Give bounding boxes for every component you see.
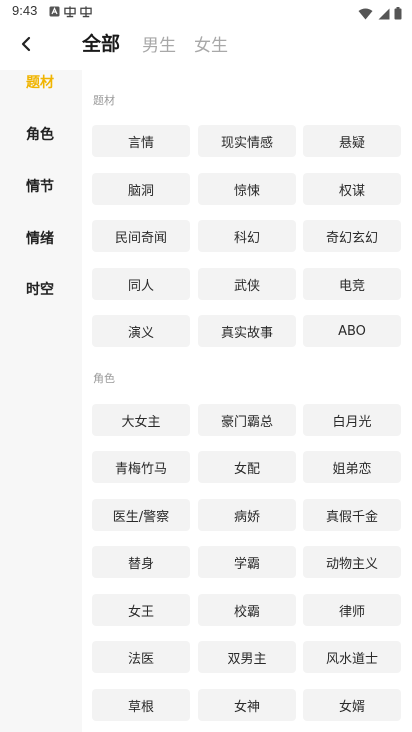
tag-item[interactable]: 风水道士 bbox=[303, 641, 401, 673]
tag-item[interactable]: 草根 bbox=[92, 689, 190, 721]
tag-item[interactable]: 豪门霸总 bbox=[198, 404, 296, 436]
tag-item[interactable]: 医生/警察 bbox=[92, 499, 190, 531]
tag-item[interactable]: 女神 bbox=[198, 689, 296, 721]
tag-item[interactable]: 民间奇闻 bbox=[92, 220, 190, 252]
tab-male[interactable]: 男生 bbox=[142, 31, 176, 56]
tag-item[interactable]: 真实故事 bbox=[198, 315, 296, 347]
tag-item[interactable]: 武侠 bbox=[198, 268, 296, 300]
sidebar-item-plot[interactable]: 情节 bbox=[0, 176, 80, 196]
tag-item[interactable]: 大女主 bbox=[92, 404, 190, 436]
tag-item[interactable]: 校霸 bbox=[198, 594, 296, 626]
status-notifications bbox=[48, 4, 92, 18]
status-system-icons bbox=[358, 5, 402, 24]
section-title-role: 角色 bbox=[93, 372, 115, 385]
battery-icon bbox=[394, 5, 402, 24]
category-sidebar: 题材 角色 情节 情绪 时空 bbox=[0, 70, 80, 732]
notification-a-icon bbox=[48, 4, 60, 18]
signal-icon bbox=[377, 5, 390, 24]
tag-item[interactable]: 科幻 bbox=[198, 220, 296, 252]
sidebar-item-role[interactable]: 角色 bbox=[0, 124, 80, 144]
tag-item[interactable]: 现实情感 bbox=[198, 125, 296, 157]
tag-item[interactable]: 女配 bbox=[198, 451, 296, 483]
tag-content-panel: 题材 言情 现实情感 悬疑 脑洞 惊悚 权谋 民间奇闻 科幻 奇幻玄幻 同人 武… bbox=[82, 70, 412, 732]
tag-item[interactable]: ABO bbox=[303, 315, 401, 347]
notification-app-icon-2 bbox=[80, 4, 92, 18]
tag-item[interactable]: 惊悚 bbox=[198, 173, 296, 205]
tab-female[interactable]: 女生 bbox=[194, 31, 228, 56]
tag-item[interactable]: 言情 bbox=[92, 125, 190, 157]
tag-item[interactable]: 悬疑 bbox=[303, 125, 401, 157]
top-bar: 全部 男生 女生 bbox=[0, 24, 412, 70]
tag-item[interactable]: 法医 bbox=[92, 641, 190, 673]
chevron-left-icon bbox=[20, 36, 32, 56]
sidebar-item-theme[interactable]: 题材 bbox=[0, 72, 80, 92]
tag-item[interactable]: 律师 bbox=[303, 594, 401, 626]
notification-app-icon bbox=[64, 4, 76, 18]
tab-all[interactable]: 全部 bbox=[82, 29, 120, 56]
section-title-theme: 题材 bbox=[93, 94, 115, 107]
tag-item[interactable]: 姐弟恋 bbox=[303, 451, 401, 483]
sidebar-item-era[interactable]: 时空 bbox=[0, 279, 80, 299]
tag-item[interactable]: 动物主义 bbox=[303, 546, 401, 578]
tag-item[interactable]: 权谋 bbox=[303, 173, 401, 205]
tag-item[interactable]: 学霸 bbox=[198, 546, 296, 578]
status-time: 9:43 bbox=[12, 3, 38, 18]
sidebar-item-emotion[interactable]: 情绪 bbox=[0, 228, 80, 248]
tag-item[interactable]: 电竞 bbox=[303, 268, 401, 300]
tag-item[interactable]: 青梅竹马 bbox=[92, 451, 190, 483]
status-bar: 9:43 bbox=[0, 0, 412, 24]
tag-item[interactable]: 演义 bbox=[92, 315, 190, 347]
tag-item[interactable]: 女王 bbox=[92, 594, 190, 626]
tag-item[interactable]: 同人 bbox=[92, 268, 190, 300]
tag-item[interactable]: 女婿 bbox=[303, 689, 401, 721]
tag-item[interactable]: 双男主 bbox=[198, 641, 296, 673]
tag-item[interactable]: 真假千金 bbox=[303, 499, 401, 531]
tag-item[interactable]: 脑洞 bbox=[92, 173, 190, 205]
tag-item[interactable]: 病娇 bbox=[198, 499, 296, 531]
tag-item[interactable]: 替身 bbox=[92, 546, 190, 578]
wifi-icon bbox=[358, 5, 373, 24]
back-button[interactable] bbox=[14, 32, 38, 60]
tag-item[interactable]: 奇幻玄幻 bbox=[303, 220, 401, 252]
tag-item[interactable]: 白月光 bbox=[303, 404, 401, 436]
